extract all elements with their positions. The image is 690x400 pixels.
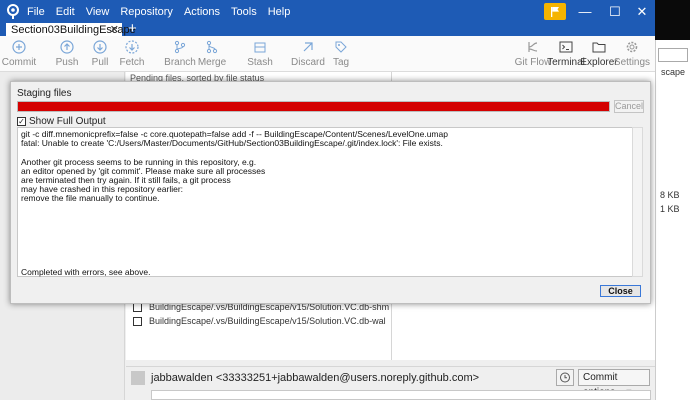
pull-icon bbox=[93, 40, 107, 54]
pull-label: Pull bbox=[91, 57, 109, 68]
commit-label: Commit bbox=[1, 57, 37, 68]
output-line: fatal: Unable to create 'C:/Users/Master… bbox=[21, 138, 443, 149]
fetch-label: Fetch bbox=[119, 57, 145, 68]
settings-button[interactable]: Settings bbox=[609, 36, 655, 72]
branch-icon bbox=[174, 40, 186, 54]
commit-button[interactable]: Commit bbox=[0, 36, 42, 72]
menu-repository[interactable]: Repository bbox=[120, 6, 173, 18]
commit-message-input[interactable] bbox=[151, 390, 651, 400]
push-icon bbox=[60, 40, 74, 54]
stash-label: Stash bbox=[247, 57, 273, 68]
progress-bar-fill bbox=[18, 102, 609, 111]
file-size-label: 1 KB bbox=[660, 204, 680, 214]
cancel-button[interactable]: Cancel bbox=[614, 100, 644, 113]
commit-author[interactable]: jabbawalden <33333251+jabbawalden@users.… bbox=[151, 372, 479, 384]
merge-label: Merge bbox=[197, 57, 227, 68]
terminal-icon bbox=[559, 41, 573, 53]
file-checkbox[interactable] bbox=[133, 316, 142, 326]
staging-files-dialog: Staging files Cancel ✓ Show Full Output … bbox=[10, 81, 651, 304]
output-line: remove the file manually to continue. bbox=[21, 193, 160, 204]
dialog-title: Staging files bbox=[17, 88, 72, 99]
merge-icon bbox=[206, 40, 218, 54]
stash-button[interactable]: Stash bbox=[237, 36, 283, 72]
file-size-label: 8 KB bbox=[660, 190, 680, 200]
show-full-output-checkbox[interactable]: ✓ Show Full Output bbox=[17, 116, 106, 127]
background-window-field bbox=[658, 48, 688, 62]
tab-bar: Section03BuildingEscape ✕ + bbox=[0, 21, 655, 38]
close-button[interactable]: Close bbox=[600, 285, 641, 297]
checkbox-box[interactable]: ✓ bbox=[17, 117, 26, 126]
menu-actions[interactable]: Actions bbox=[184, 6, 220, 18]
sourcetree-logo-icon bbox=[7, 4, 19, 19]
tag-label: Tag bbox=[332, 57, 350, 68]
tag-button[interactable]: Tag bbox=[318, 36, 364, 72]
menu-view[interactable]: View bbox=[86, 6, 110, 18]
tag-icon bbox=[335, 41, 347, 53]
menu-tools[interactable]: Tools bbox=[231, 6, 257, 18]
maximize-button[interactable]: ☐ bbox=[601, 0, 629, 23]
stash-icon bbox=[254, 42, 266, 53]
new-tab-button[interactable]: + bbox=[128, 21, 137, 36]
push-label: Push bbox=[55, 57, 79, 68]
progress-bar bbox=[17, 101, 610, 112]
commit-options-dropdown[interactable]: Commit options... ▾ bbox=[578, 369, 650, 398]
file-path: BuildingEscape/.vs/BuildingEscape/v15/So… bbox=[149, 316, 386, 326]
flag-button[interactable] bbox=[544, 3, 566, 20]
merge-button[interactable]: Merge bbox=[189, 36, 235, 72]
commit-history-button[interactable] bbox=[556, 369, 574, 386]
discard-icon bbox=[303, 42, 313, 52]
commit-icon bbox=[12, 40, 26, 54]
toolbar: Commit Push Pull Fetch Branch Merge Stas… bbox=[0, 36, 655, 72]
show-full-output-label: Show Full Output bbox=[29, 116, 106, 127]
gear-icon bbox=[626, 41, 638, 53]
output-log[interactable]: git -c diff.mnemonicprefix=false -c core… bbox=[17, 127, 633, 277]
background-window bbox=[655, 40, 690, 400]
menu-file[interactable]: File bbox=[27, 6, 45, 18]
output-line: Completed with errors, see above. bbox=[21, 266, 151, 277]
background-window-titlebar bbox=[655, 0, 690, 40]
fetch-icon bbox=[125, 40, 139, 54]
background-window-label: scape bbox=[661, 67, 686, 77]
title-bar: File Edit View Repository Actions Tools … bbox=[0, 0, 655, 23]
gitflow-icon bbox=[528, 42, 538, 52]
output-scrollbar[interactable] bbox=[632, 127, 643, 277]
menu-bar: File Edit View Repository Actions Tools … bbox=[27, 0, 290, 23]
avatar bbox=[131, 371, 145, 385]
menu-edit[interactable]: Edit bbox=[56, 6, 75, 18]
close-window-button[interactable]: ✕ bbox=[628, 0, 656, 23]
menu-help[interactable]: Help bbox=[268, 6, 291, 18]
clock-icon bbox=[560, 372, 570, 383]
folder-icon bbox=[592, 42, 606, 53]
fetch-button[interactable]: Fetch bbox=[109, 36, 155, 72]
list-item[interactable]: BuildingEscape/.vs/BuildingEscape/v15/So… bbox=[133, 314, 386, 328]
minimize-button[interactable]: — bbox=[571, 0, 599, 23]
flag-icon bbox=[551, 7, 559, 17]
settings-label: Settings bbox=[613, 57, 651, 68]
